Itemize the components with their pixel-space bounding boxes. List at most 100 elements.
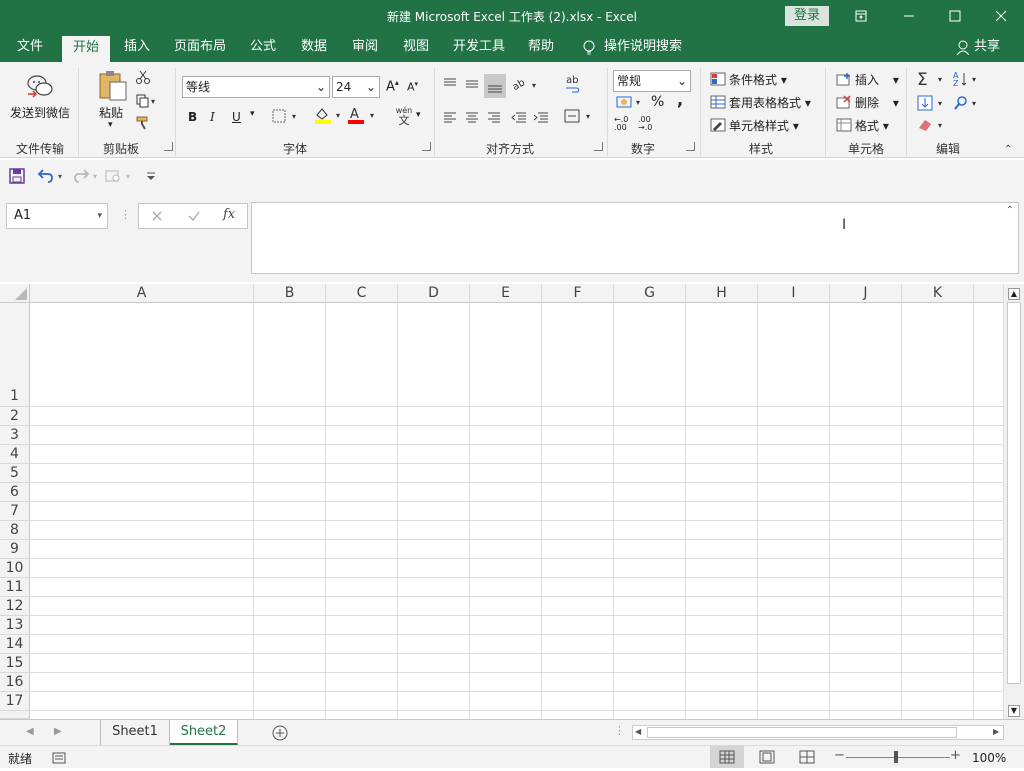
tab-insert[interactable]: 插入 bbox=[116, 32, 158, 62]
column-header-d[interactable]: D bbox=[398, 284, 470, 303]
row-header-5[interactable]: 5 bbox=[0, 464, 30, 483]
merge-center-icon[interactable]: ▾ bbox=[564, 108, 594, 127]
autosum-icon[interactable]: Σ ▾ bbox=[916, 70, 946, 91]
drag-handle-icon[interactable]: ⋮ bbox=[120, 208, 131, 221]
underline-button[interactable]: U bbox=[232, 110, 241, 124]
save-icon[interactable] bbox=[9, 168, 25, 187]
column-header-b[interactable]: B bbox=[254, 284, 326, 303]
align-top-icon[interactable] bbox=[442, 76, 458, 93]
percent-button[interactable]: % bbox=[651, 94, 664, 110]
clipboard-launcher-icon[interactable] bbox=[164, 142, 173, 151]
row-header-1[interactable]: 1 bbox=[0, 303, 30, 407]
collapse-ribbon-icon[interactable]: ⌃ bbox=[1004, 144, 1012, 155]
format-cells-button[interactable]: 格式 ▾ bbox=[855, 117, 889, 134]
delete-cells-button[interactable]: 删除 ▾ bbox=[855, 94, 899, 111]
row-header-12[interactable]: 12 bbox=[0, 597, 30, 616]
cancel-icon[interactable] bbox=[151, 209, 163, 226]
format-as-table-icon[interactable] bbox=[710, 95, 726, 112]
cut-icon[interactable] bbox=[136, 70, 150, 87]
tab-view[interactable]: 视图 bbox=[395, 32, 437, 62]
column-header-h[interactable]: H bbox=[686, 284, 758, 303]
paste-dropdown-icon[interactable]: ▾ bbox=[108, 120, 113, 130]
tab-home[interactable]: 开始 bbox=[62, 36, 110, 62]
lightbulb-icon[interactable] bbox=[582, 40, 596, 59]
underline-dropdown-icon[interactable]: ▾ bbox=[250, 109, 255, 119]
customize-toolbar-icon[interactable] bbox=[144, 168, 158, 187]
row-header-11[interactable]: 11 bbox=[0, 578, 30, 597]
font-size-combo[interactable]: 24 ⌄ bbox=[332, 76, 380, 98]
align-right-icon[interactable] bbox=[486, 110, 502, 127]
phonetic-dropdown-icon[interactable]: ▾ bbox=[416, 110, 421, 120]
format-painter-icon[interactable] bbox=[136, 116, 152, 133]
increase-indent-icon[interactable] bbox=[532, 110, 550, 127]
align-bottom-icon[interactable] bbox=[484, 74, 506, 98]
row-header-partial[interactable] bbox=[0, 711, 30, 719]
zoom-level[interactable]: 100% bbox=[972, 751, 1006, 765]
ribbon-display-options-icon[interactable] bbox=[838, 0, 884, 32]
alignment-launcher-icon[interactable] bbox=[594, 142, 603, 151]
row-header-15[interactable]: 15 bbox=[0, 654, 30, 673]
scroll-sheets-right-icon[interactable]: ▶ bbox=[54, 726, 62, 737]
column-header-k[interactable]: K bbox=[902, 284, 974, 303]
splitter-icon[interactable]: ⋮ bbox=[614, 724, 625, 737]
conditional-formatting-button[interactable]: 条件格式 ▾ bbox=[729, 71, 787, 88]
chevron-down-icon[interactable]: ▾ bbox=[97, 204, 102, 228]
format-as-table-button[interactable]: 套用表格格式 ▾ bbox=[729, 94, 811, 111]
sort-filter-icon[interactable]: A Z ▾ bbox=[952, 70, 982, 91]
insert-function-button[interactable]: fx bbox=[223, 207, 235, 222]
scroll-right-icon[interactable]: ▶ bbox=[993, 727, 999, 736]
zoom-out-icon[interactable]: − bbox=[834, 748, 845, 763]
scroll-left-icon[interactable]: ◀ bbox=[635, 727, 641, 736]
person-icon[interactable] bbox=[956, 40, 970, 58]
maximize-icon[interactable] bbox=[932, 0, 978, 32]
page-layout-view-icon[interactable] bbox=[758, 750, 776, 767]
fill-down-icon[interactable]: ▾ bbox=[916, 94, 946, 115]
name-box[interactable]: A1 ▾ bbox=[6, 203, 108, 229]
scroll-down-icon[interactable]: ▼ bbox=[1008, 705, 1020, 717]
insert-cells-button[interactable]: 插入 ▾ bbox=[855, 71, 899, 88]
worksheet-grid[interactable]: ABCDEFGHIJK 1 2 3 4 5 6 7 8 9 10 11 12 13 14 15 16 17 bbox=[0, 284, 1003, 719]
tell-me-search[interactable]: 操作说明搜索 bbox=[604, 32, 688, 62]
tab-page-layout[interactable]: 页面布局 bbox=[168, 32, 232, 62]
row-header-17[interactable]: 17 bbox=[0, 692, 30, 711]
row-header-10[interactable]: 10 bbox=[0, 559, 30, 578]
enter-check-icon[interactable] bbox=[187, 209, 201, 226]
bold-button[interactable]: B bbox=[188, 110, 197, 124]
insert-cells-icon[interactable] bbox=[836, 72, 852, 89]
decrease-font-size-icon[interactable]: A▾ bbox=[407, 80, 418, 94]
select-all-corner[interactable] bbox=[0, 284, 30, 303]
paste-icon[interactable] bbox=[98, 70, 128, 105]
font-name-combo[interactable]: 等线 ⌄ bbox=[182, 76, 330, 98]
cell-styles-button[interactable]: 单元格样式 ▾ bbox=[729, 117, 799, 134]
row-header-9[interactable]: 9 bbox=[0, 540, 30, 559]
row-header-6[interactable]: 6 bbox=[0, 483, 30, 502]
font-color-icon[interactable]: A ▾ bbox=[348, 106, 380, 127]
format-cells-icon[interactable] bbox=[836, 118, 852, 135]
tab-file[interactable]: 文件 bbox=[8, 32, 52, 62]
column-header-g[interactable]: G bbox=[614, 284, 686, 303]
number-launcher-icon[interactable] bbox=[686, 142, 695, 151]
redo-icon[interactable]: ▾ bbox=[72, 168, 100, 187]
increase-decimal-button[interactable]: ←.0 .00 bbox=[614, 116, 634, 132]
collapse-formula-bar-icon[interactable]: ⌃ bbox=[1006, 205, 1014, 216]
increase-font-size-icon[interactable]: A▴ bbox=[386, 78, 399, 94]
new-sheet-icon[interactable] bbox=[272, 725, 288, 744]
zoom-slider-thumb[interactable] bbox=[894, 751, 898, 763]
border-icon[interactable]: ▾ bbox=[272, 108, 302, 127]
send-to-wechat-button[interactable]: 发送到微信 bbox=[10, 104, 70, 121]
touch-mode-icon[interactable]: ▾ bbox=[104, 168, 134, 187]
sheet-tab-1[interactable]: Sheet1 bbox=[100, 720, 170, 746]
tab-data[interactable]: 数据 bbox=[293, 32, 335, 62]
orientation-icon[interactable]: ab ▾ bbox=[510, 76, 540, 95]
sheet-tab-2[interactable]: Sheet2 bbox=[170, 720, 238, 746]
find-select-icon[interactable]: ▾ bbox=[952, 94, 982, 115]
fill-color-icon[interactable]: ▾ bbox=[314, 106, 346, 127]
zoom-slider[interactable] bbox=[846, 757, 950, 758]
row-header-3[interactable]: 3 bbox=[0, 426, 30, 445]
column-header-j[interactable]: J bbox=[830, 284, 902, 303]
zoom-in-icon[interactable]: + bbox=[950, 748, 961, 763]
close-icon[interactable] bbox=[978, 0, 1024, 32]
cell-styles-icon[interactable] bbox=[710, 118, 726, 135]
copy-icon[interactable]: ▾ bbox=[136, 94, 158, 111]
undo-icon[interactable]: ▾ bbox=[37, 168, 65, 187]
